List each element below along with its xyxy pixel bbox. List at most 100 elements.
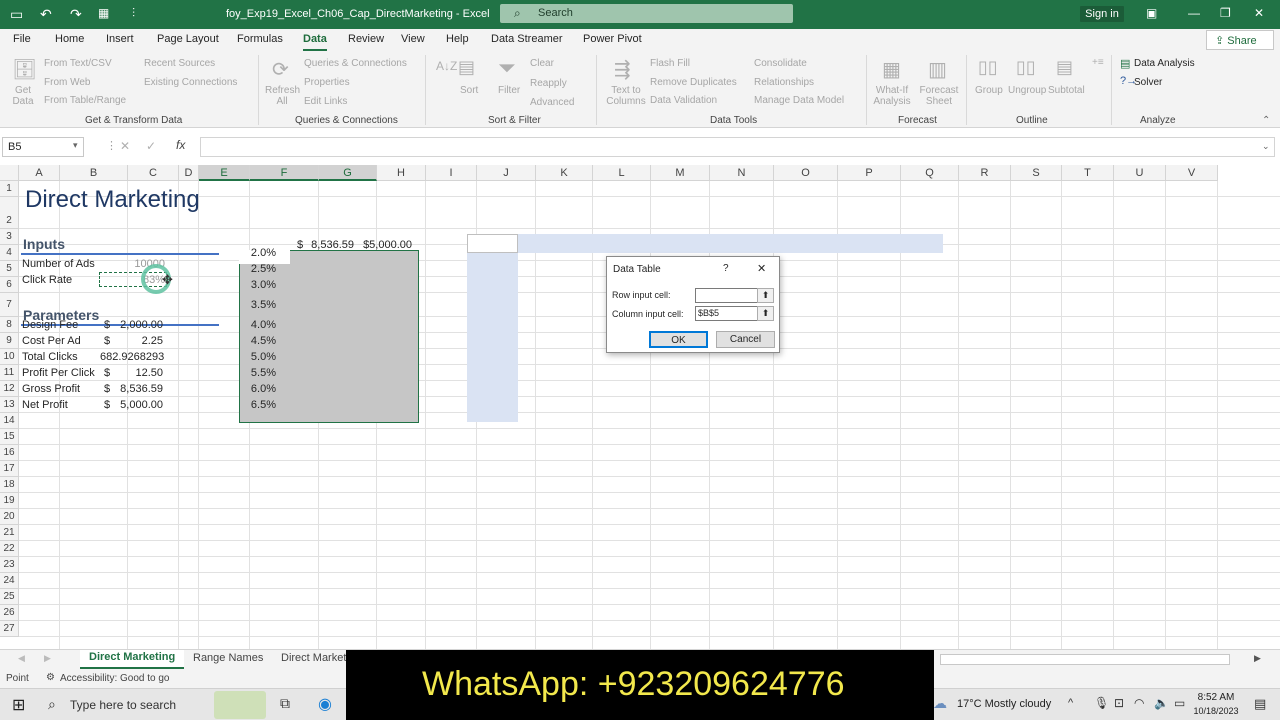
column-header-t[interactable]: T (1062, 165, 1114, 181)
scroll-right-icon[interactable]: ▶ (44, 653, 51, 664)
solver-button[interactable]: Solver (1134, 77, 1162, 88)
row-header-7[interactable]: 7 (0, 293, 19, 317)
share-button[interactable]: ⇪ Share (1206, 30, 1274, 50)
column-collapse-icon[interactable]: ⬆ (757, 306, 774, 321)
data-validation-button[interactable]: Data Validation (650, 95, 717, 106)
column-header-m[interactable]: M (651, 165, 710, 181)
row-header-19[interactable]: 19 (0, 493, 19, 509)
cancel-button[interactable]: Cancel (716, 331, 775, 348)
column-header-o[interactable]: O (774, 165, 838, 181)
cancel-icon[interactable]: ✕ (120, 139, 130, 153)
row-header-21[interactable]: 21 (0, 525, 19, 541)
row-header-14[interactable]: 14 (0, 413, 19, 429)
column-header-j[interactable]: J (477, 165, 536, 181)
from-table-button[interactable]: From Table/Range (44, 95, 126, 106)
remove-duplicates-button[interactable]: Remove Duplicates (650, 77, 737, 88)
chevron-down-icon[interactable]: ▾ (73, 140, 78, 151)
battery-icon[interactable]: ▭ (1174, 696, 1185, 710)
close-icon[interactable]: ✕ (757, 262, 766, 275)
edge-icon[interactable]: ◉ (318, 694, 332, 714)
tab-file[interactable]: File (13, 33, 31, 45)
edit-links-button[interactable]: Edit Links (304, 96, 347, 107)
tab-data[interactable]: Data (303, 33, 327, 51)
tray-chevron-icon[interactable]: ^ (1068, 697, 1073, 709)
row-header-22[interactable]: 22 (0, 541, 19, 557)
tab-view[interactable]: View (401, 33, 425, 45)
sort-az-icon[interactable]: A↓Z (436, 59, 457, 73)
sheet-tab-range-names[interactable]: Range Names (193, 652, 263, 664)
sheet-tab-direct-marketing[interactable]: Direct Marketing (80, 650, 185, 669)
properties-button[interactable]: Properties (304, 77, 350, 88)
volume-icon[interactable]: 🔈 (1154, 696, 1169, 710)
column-header-d[interactable]: D (179, 165, 199, 181)
tab-help[interactable]: Help (446, 33, 469, 45)
row-collapse-icon[interactable]: ⬆ (757, 288, 774, 303)
customize-qat-icon[interactable]: ⫶ (132, 6, 135, 21)
queries-connections-button[interactable]: Queries & Connections (304, 58, 407, 69)
tab-data-streamer[interactable]: Data Streamer (491, 33, 563, 45)
param-value[interactable]: 8,536.59 (100, 383, 163, 395)
rate-cell[interactable]: 4.5% (240, 335, 276, 347)
row-header-10[interactable]: 10 (0, 349, 19, 365)
rate-cell[interactable]: 6.5% (240, 399, 276, 411)
rate-cell[interactable]: 6.0% (240, 383, 276, 395)
column-header-u[interactable]: U (1114, 165, 1166, 181)
rate-cell[interactable]: 5.0% (240, 351, 276, 363)
advanced-button[interactable]: Advanced (530, 97, 574, 108)
task-view-icon[interactable]: ⧉ (280, 695, 290, 712)
row-input-field[interactable] (695, 288, 765, 303)
text-to-columns-button[interactable]: Text to Columns (606, 85, 646, 107)
expand-formula-icon[interactable]: ⌄ (1262, 141, 1270, 152)
ribbon-display-icon[interactable]: ▣ (1146, 6, 1157, 20)
drag-handle-icon[interactable]: ⋮ (106, 139, 117, 152)
column-header-c[interactable]: C (128, 165, 179, 181)
column-header-p[interactable]: P (838, 165, 901, 181)
row-header-25[interactable]: 25 (0, 589, 19, 605)
select-all[interactable] (0, 165, 19, 181)
show-detail-icon[interactable]: +≡ (1092, 57, 1104, 68)
flash-fill-button[interactable]: Flash Fill (650, 58, 690, 69)
tab-insert[interactable]: Insert (106, 33, 134, 45)
param-value[interactable]: 5,000.00 (100, 399, 163, 411)
close-window-icon[interactable]: ✕ (1254, 6, 1264, 20)
row-header-24[interactable]: 24 (0, 573, 19, 589)
microphone-icon[interactable]: 🎙 (1094, 696, 1109, 710)
tab-home[interactable]: Home (55, 33, 84, 45)
enter-icon[interactable]: ✓ (146, 139, 156, 153)
tab-review[interactable]: Review (348, 33, 384, 45)
row-header-8[interactable]: 8 (0, 317, 19, 333)
autosave-icon[interactable]: ▭ (10, 6, 23, 23)
column-header-a[interactable]: A (19, 165, 60, 181)
column-header-b[interactable]: B (60, 165, 128, 181)
column-header-e[interactable]: E (199, 165, 250, 181)
clock-time[interactable]: 8:52 AM (1194, 692, 1238, 703)
ungroup-button[interactable]: Ungroup (1008, 85, 1046, 96)
row-header-23[interactable]: 23 (0, 557, 19, 573)
rate-cell[interactable]: 2.5% (240, 263, 276, 275)
signin-button[interactable]: Sign in (1080, 6, 1124, 22)
accessibility-status[interactable]: Accessibility: Good to go (60, 673, 170, 684)
column-input-field[interactable]: $B$5 (695, 306, 765, 321)
column-header-k[interactable]: K (536, 165, 593, 181)
rate-cell[interactable]: 3.5% (240, 299, 276, 311)
whatif-analysis-button[interactable]: What-If Analysis (872, 85, 912, 107)
wifi-icon[interactable]: ◠ (1134, 696, 1144, 710)
tab-page-layout[interactable]: Page Layout (157, 33, 219, 45)
reapply-button[interactable]: Reapply (530, 78, 567, 89)
column-header-s[interactable]: S (1011, 165, 1062, 181)
row-header-12[interactable]: 12 (0, 381, 19, 397)
weather-text[interactable]: 17°C Mostly cloudy (957, 698, 1051, 710)
insert-function-icon[interactable]: fx (176, 138, 185, 152)
search-box[interactable]: ⌕ Search (500, 4, 793, 23)
param-value[interactable]: 682.9268293 (100, 351, 164, 363)
column-header-r[interactable]: R (959, 165, 1011, 181)
manage-data-model-button[interactable]: Manage Data Model (754, 95, 844, 106)
refresh-all-button[interactable]: Refresh All (265, 85, 300, 107)
row-header-4[interactable]: 4 (0, 245, 19, 261)
scroll-left-icon[interactable]: ◀ (18, 653, 25, 664)
get-data-button[interactable]: Get Data (10, 85, 36, 107)
column-header-n[interactable]: N (710, 165, 774, 181)
horizontal-scrollbar[interactable] (940, 654, 1230, 665)
row-header-5[interactable]: 5 (0, 261, 19, 277)
rate-cell[interactable]: 3.0% (240, 279, 276, 291)
